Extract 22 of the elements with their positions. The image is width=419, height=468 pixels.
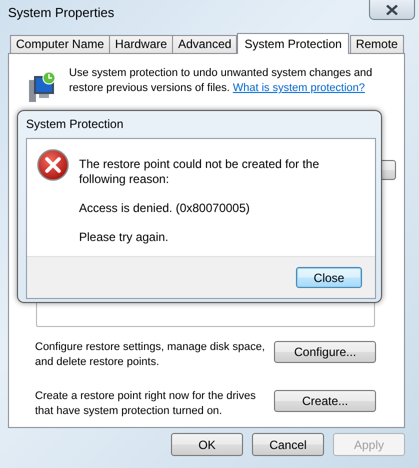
tab[interactable]: System Protection xyxy=(237,33,349,54)
tab[interactable]: Hardware xyxy=(109,35,174,53)
retry-hint: Please try again. xyxy=(79,230,168,245)
tab[interactable]: Advanced xyxy=(172,35,238,53)
help-link[interactable]: What is system protection? xyxy=(232,82,365,94)
tab[interactable]: Remote xyxy=(350,35,404,53)
create-button[interactable]: Create... xyxy=(274,390,376,412)
dialog-title: System Protection xyxy=(26,116,124,133)
tab[interactable]: Computer Name xyxy=(10,35,110,53)
close-icon xyxy=(386,4,398,14)
configure-text: Configure restore settings, manage disk space, and delete restore points. xyxy=(35,340,266,370)
error-detail: Access is denied. (0x80070005) xyxy=(79,201,250,216)
window-title: System Properties xyxy=(8,4,114,20)
error-icon xyxy=(37,149,69,181)
error-message: The restore point could not be created for the following reason: xyxy=(79,157,320,187)
ok-button[interactable]: OK xyxy=(171,433,243,456)
cancel-button[interactable]: Cancel xyxy=(252,433,324,456)
configure-button[interactable]: Configure... xyxy=(274,341,376,363)
create-text: Create a restore point right now for the drives that have system protection turned on. xyxy=(35,389,257,419)
close-button[interactable]: Close xyxy=(296,267,362,288)
close-button[interactable] xyxy=(369,0,415,20)
intro-text: Use system protection to undo unwanted system changes and restore previous versions of files. What is system protection? xyxy=(69,66,374,96)
